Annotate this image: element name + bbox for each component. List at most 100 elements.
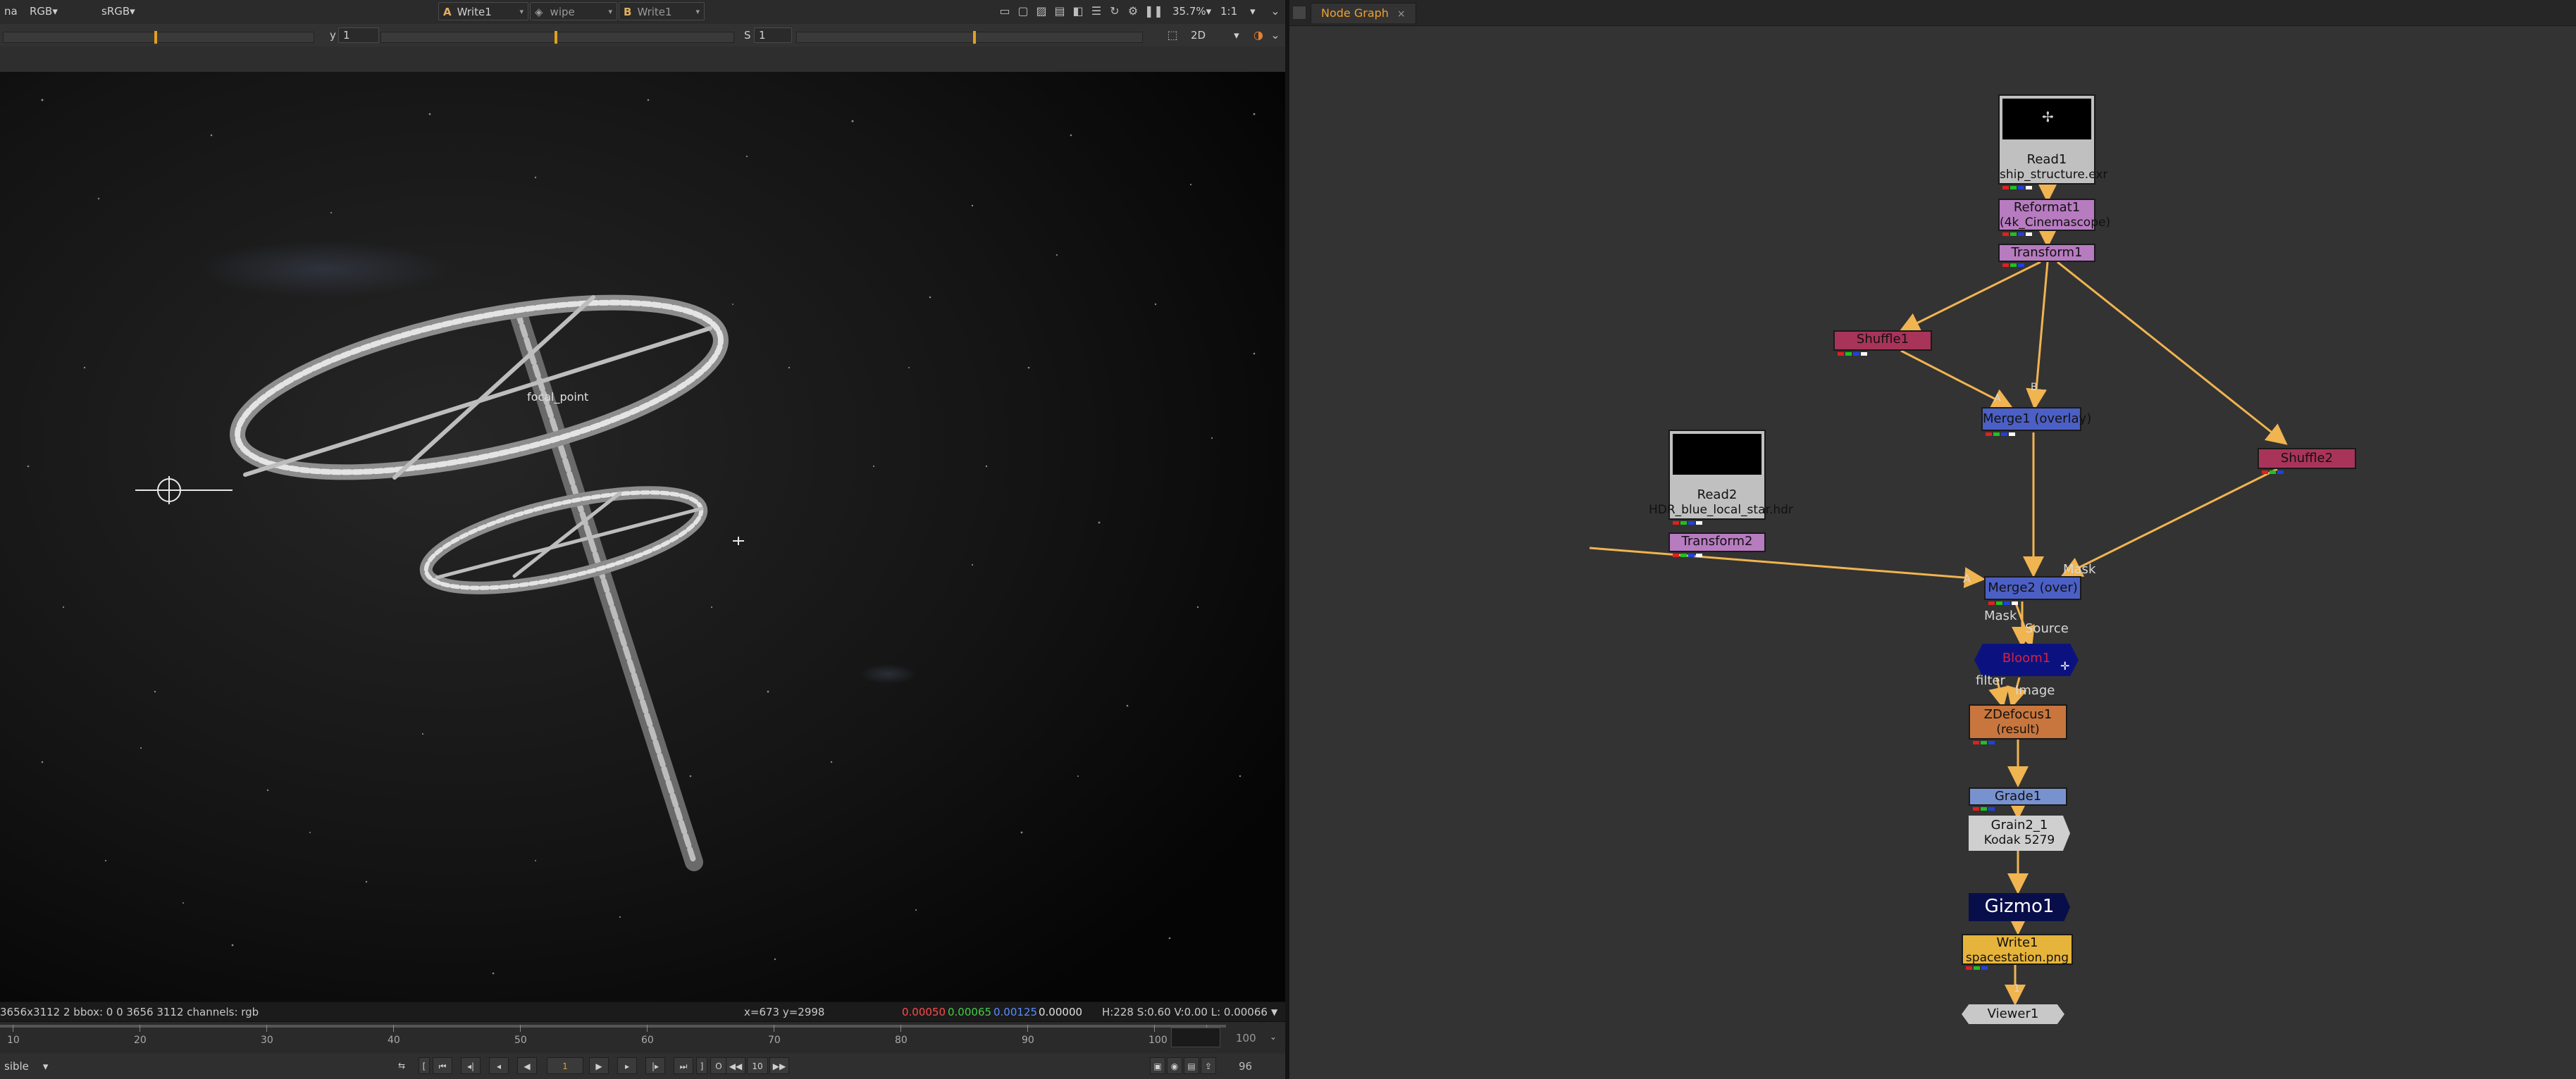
gamma-slider[interactable] [380, 31, 734, 44]
pane-menu-icon[interactable] [1292, 6, 1306, 20]
zoom-dropdown[interactable]: 35.7%▾ [1168, 2, 1215, 20]
node-graph-panel: Node Graph × ✢ Read1 ship_structure.exr … [1289, 0, 2576, 1079]
wipe-mode-dropdown[interactable]: ◈ wipe ▾ [530, 2, 617, 20]
refresh-icon[interactable]: ↻ [1108, 4, 1122, 18]
node-pipes [1589, 182, 2288, 1006]
y-value-input[interactable]: 1 [338, 27, 379, 43]
pipe-label-merge2-mask: Mask [2063, 562, 2096, 577]
hsvl-values: H:228 S:0.60 V:0.00 L: 0.00066 [1102, 1006, 1268, 1018]
node-write1-file: spacestation.png [1965, 951, 2069, 965]
node-gizmo1[interactable]: Gizmo1 [1969, 893, 2070, 921]
roi-icon[interactable]: ▭ [998, 4, 1012, 18]
pixel-coordinates: x=673 y=2998 [744, 1006, 825, 1018]
close-icon[interactable]: × [1397, 8, 1406, 20]
capture-icon[interactable]: ▤ [1184, 1057, 1199, 1074]
frame-increment-input[interactable]: 10 [747, 1057, 768, 1074]
s-value-input[interactable]: 1 [754, 27, 792, 43]
chevron-down-icon: ▾ [608, 7, 612, 16]
pause-icon[interactable]: ❚❚ [1144, 4, 1163, 18]
node-reformat1[interactable]: Reformat1 (4k_Cinemascope) [1998, 199, 2110, 236]
step-forward-icon[interactable]: ▸ [617, 1057, 637, 1074]
next-keyframe-icon[interactable]: |▸ [645, 1057, 665, 1074]
node-grain2-1[interactable]: Grain2_1 Kodak 5279 [1969, 816, 2070, 851]
last-frame-icon[interactable]: ⏭ [674, 1057, 693, 1074]
zoom-value: 35.7% [1172, 5, 1206, 18]
chevron-down-icon: ▾ [42, 1060, 49, 1073]
region-icon[interactable]: ▢ [1016, 4, 1030, 18]
node-viewer1-title: Viewer1 [1987, 1006, 2039, 1021]
pixel-green-value: 0.00065 [948, 1006, 992, 1018]
out-point-icon[interactable]: ] [696, 1057, 707, 1074]
node-read1[interactable]: ✢ Read1 ship_structure.exr [1998, 94, 2107, 189]
color-swatch-icon[interactable]: ◑ [1251, 28, 1265, 42]
node-graph-canvas[interactable]: ✢ Read1 ship_structure.exr Reformat1 (4k… [1289, 25, 2576, 1079]
status-chevron-icon[interactable]: ▼ [1271, 1002, 1277, 1022]
play-forward-icon[interactable]: ▶ [589, 1057, 609, 1074]
node-shuffle2[interactable]: Shuffle2 [2258, 448, 2356, 474]
pipe-label-merge1-a: A [1994, 393, 2001, 404]
node-grade1[interactable]: Grade1 [1969, 787, 2067, 811]
in-point-icon[interactable]: [ [419, 1057, 430, 1074]
flipbook-icon[interactable]: ▣ [1150, 1057, 1165, 1074]
saturation-slider-knob[interactable] [973, 31, 976, 44]
colorspace-dropdown[interactable]: sRGB▾ [97, 2, 140, 20]
step-back-icon[interactable]: ◂ [489, 1057, 509, 1074]
upload-icon[interactable]: ⇪ [1201, 1057, 1216, 1074]
gear-icon[interactable]: ⚙ [1126, 4, 1140, 18]
node-zdefocus1[interactable]: ZDefocus1 (result) [1969, 704, 2067, 744]
visible-label: sible [4, 1060, 29, 1073]
prev-keyframe-icon[interactable]: ◂| [461, 1057, 481, 1074]
node-viewer1[interactable]: Viewer1 [1962, 1004, 2064, 1024]
gain-slider-knob[interactable] [154, 31, 157, 44]
crop-icon[interactable]: ⬚ [1165, 28, 1179, 42]
loop-mode-icon[interactable]: ⇆ [392, 1057, 411, 1074]
monitor-icon[interactable]: ▤ [1053, 4, 1067, 18]
current-frame-input[interactable]: 1 [547, 1057, 583, 1074]
timeline-tick-label: 90 [1022, 1035, 1034, 1046]
pixel-red-value: 0.00050 [902, 1006, 946, 1018]
node-shuffle1[interactable]: Shuffle1 [1833, 330, 1932, 356]
proxy-ratio-dropdown[interactable]: 1:1 ▾ [1216, 2, 1260, 20]
node-merge2[interactable]: Merge2 (over) [1984, 576, 2081, 605]
viewer-canvas[interactable]: focal_point [0, 72, 1285, 1002]
gain-slider[interactable] [3, 31, 314, 44]
mask-overlay-icon[interactable]: ▨ [1034, 4, 1048, 18]
node-transform2[interactable]: Transform2 [1668, 532, 1766, 557]
pipe-label-merge2-a: A [1963, 572, 1971, 585]
timeline-tick [1154, 1025, 1155, 1032]
first-frame-icon[interactable]: ⏮ [433, 1057, 452, 1074]
menu-chevron-icon[interactable]: ⌄ [1268, 28, 1282, 42]
clipping-icon[interactable]: ◧ [1071, 4, 1085, 18]
timeline-chevron-icon[interactable]: ⌄ [1270, 1032, 1277, 1042]
focal-point-label: focal_point [527, 390, 589, 404]
view-mode-dropdown[interactable]: 2D ▾ [1187, 26, 1244, 44]
timeline-track[interactable] [0, 1025, 1226, 1028]
playhead-region[interactable] [1171, 1028, 1220, 1047]
node-transform1[interactable]: Transform1 [1998, 244, 2095, 267]
render-icon[interactable]: ◉ [1167, 1057, 1182, 1074]
end-frame-label: 100 [1236, 1032, 1256, 1044]
skip-forward-icon[interactable]: ▶▶ [769, 1057, 789, 1074]
gamma-slider-knob[interactable] [555, 31, 557, 44]
play-backward-icon[interactable]: ◀ [517, 1057, 537, 1074]
node-write1[interactable]: Write1 spacestation.png [1962, 934, 2073, 970]
viewer-status-bar: 3656x3112 2 bbox: 0 0 3656 3112 channels… [0, 1002, 1285, 1022]
timeline-bar[interactable]: 102030405060708090100104 100 ⌄ [0, 1021, 1285, 1054]
chevron-down-icon: ▾ [52, 5, 58, 18]
repeat-icon[interactable]: O [710, 1057, 727, 1074]
input-b-dropdown[interactable]: B Write1 ▾ [619, 2, 705, 20]
pipe-transform2-merge2a [1589, 547, 1986, 589]
lut-icon[interactable]: ☰ [1089, 4, 1103, 18]
node-read2[interactable]: Read2 HDR_blue_local_star.hdr [1649, 430, 1793, 525]
input-a-dropdown[interactable]: A Write1 ▾ [438, 2, 528, 20]
timeline-tick-label: 70 [768, 1035, 781, 1046]
tab-node-graph[interactable]: Node Graph × [1311, 3, 1416, 23]
visible-dropdown[interactable]: sible ▾ [0, 1057, 52, 1075]
channels-dropdown[interactable]: RGB▾ [25, 2, 62, 20]
space-render [0, 72, 1285, 1002]
node-merge1[interactable]: Merge1 (overlay) [1981, 407, 2091, 436]
menu-chevron-icon[interactable]: ⌄ [1268, 4, 1282, 18]
saturation-slider[interactable] [796, 31, 1143, 44]
skip-back-icon[interactable]: ◀◀ [726, 1057, 745, 1074]
pipe-label-zd-image: Image [2015, 683, 2055, 698]
